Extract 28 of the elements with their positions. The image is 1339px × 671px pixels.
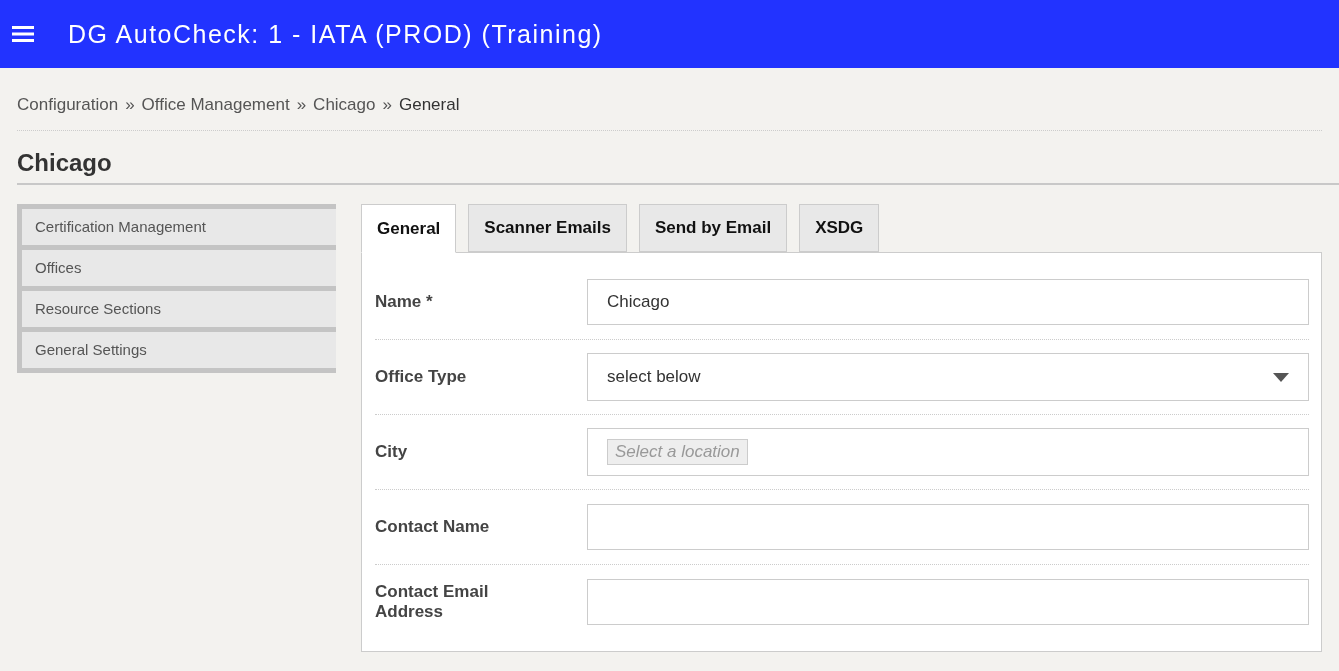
field-label: Contact Name <box>375 517 491 537</box>
field-label: Contact Email Address <box>375 582 490 622</box>
caret-icon <box>1273 372 1289 382</box>
input-field[interactable] <box>587 504 1309 550</box>
sidebar-item[interactable]: General Settings <box>22 332 336 368</box>
field-label: City <box>375 442 409 462</box>
breadcrumb-link[interactable]: Chicago <box>313 95 376 115</box>
breadcrumb-link[interactable]: Office Management <box>141 95 290 115</box>
sidebar-item[interactable]: Resource Sections <box>22 291 336 327</box>
menu-icon[interactable] <box>12 25 34 43</box>
breadcrumb-separator: » <box>296 95 307 115</box>
field-label: Office Type <box>375 367 468 387</box>
input-field[interactable] <box>587 579 1309 625</box>
tab[interactable]: Scanner Emails <box>468 204 627 252</box>
input-field[interactable]: Chicago <box>587 279 1309 325</box>
sidebar-item[interactable]: Offices <box>22 250 336 286</box>
sidebar-item[interactable]: Certification Management <box>22 209 336 245</box>
tab[interactable]: Send by Email <box>638 204 788 252</box>
tab[interactable]: General <box>361 204 457 253</box>
field-label: Name * <box>375 292 434 312</box>
dropdown[interactable]: select below <box>587 353 1309 401</box>
page-title: Chicago <box>17 131 1339 185</box>
tab[interactable]: XSDG <box>799 204 880 252</box>
current-page-label: General <box>398 95 460 115</box>
app-title: DG AutoCheck: 1 - IATA (PROD) (Training) <box>68 19 603 49</box>
breadcrumb-link[interactable]: Configuration <box>17 95 119 115</box>
breadcrumb-separator: » <box>125 95 135 115</box>
breadcrumb-separator: » <box>382 95 392 115</box>
